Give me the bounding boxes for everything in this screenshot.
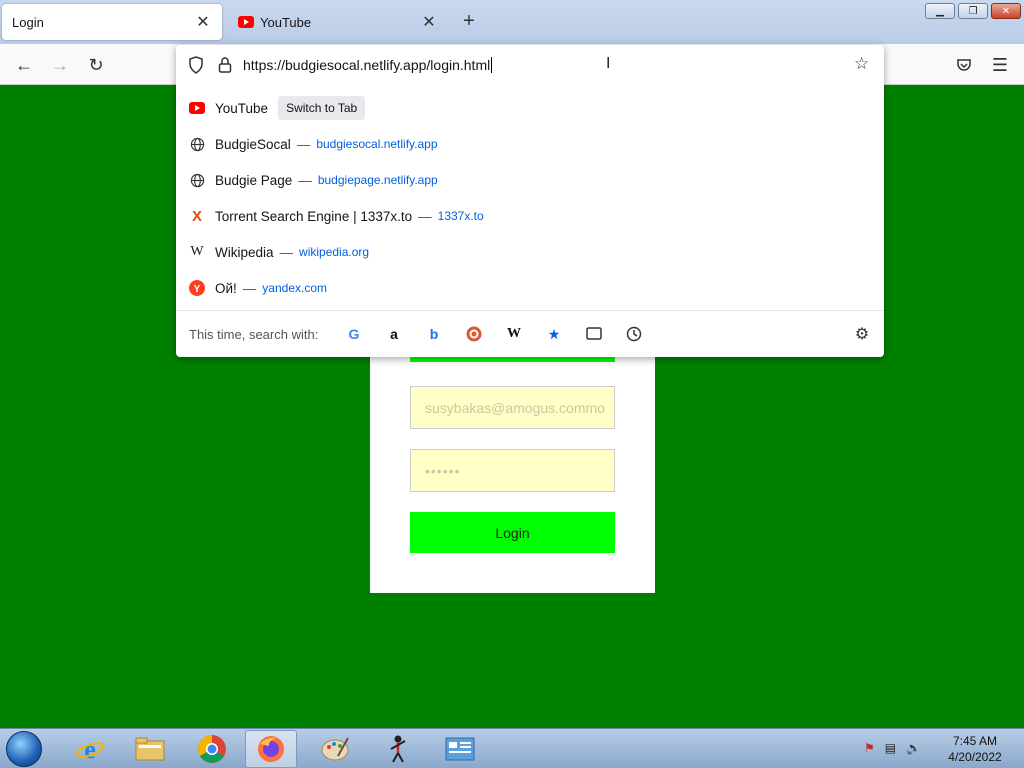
start-button[interactable] xyxy=(6,731,42,767)
search-with-label: This time, search with: xyxy=(189,327,319,342)
stick-figure-app-icon[interactable] xyxy=(372,730,424,768)
suggestion-item[interactable]: YouTube Switch to Tab xyxy=(176,90,884,126)
history-clock-icon[interactable] xyxy=(625,325,643,343)
suggestion-item[interactable]: BudgieSocal — budgiesocal.netlify.app xyxy=(176,126,884,162)
svg-text:Y: Y xyxy=(194,284,201,295)
control-panel-icon[interactable] xyxy=(434,730,486,768)
suggestion-url: wikipedia.org xyxy=(299,245,370,259)
close-tab-icon[interactable]: ✕ xyxy=(194,13,212,31)
amazon-icon[interactable]: a xyxy=(385,325,403,343)
tabs-icon[interactable] xyxy=(585,325,603,343)
back-button[interactable]: ← xyxy=(12,53,36,77)
bookmark-star-icon[interactable]: ☆ xyxy=(854,54,869,74)
tab-strip: Login ✕ YouTube ✕ + ▁ ❐ ✕ xyxy=(0,0,1024,44)
youtube-icon xyxy=(238,14,254,30)
suggestion-title: Torrent Search Engine | 1337x.to xyxy=(215,208,413,224)
minimize-button[interactable]: ▁ xyxy=(925,3,955,19)
email-field[interactable]: susybakas@amogus.commo xyxy=(410,386,615,429)
suggestion-url: budgiesocal.netlify.app xyxy=(316,137,438,151)
suggestion-url: budgiepage.netlify.app xyxy=(317,173,438,187)
tab-label: Login xyxy=(12,14,44,30)
globe-icon xyxy=(189,172,205,188)
suggestion-item[interactable]: Y Ой! — yandex.com xyxy=(176,270,884,306)
bing-icon[interactable]: b xyxy=(425,325,443,343)
duckduckgo-icon[interactable] xyxy=(465,325,483,343)
suggestion-title: Wikipedia xyxy=(215,244,274,260)
url-value: https://budgiesocal.netlify.app/login.ht… xyxy=(243,57,491,73)
login-button[interactable]: Login xyxy=(410,512,615,553)
suggestion-url: 1337x.to xyxy=(437,209,484,223)
menu-icon[interactable]: ☰ xyxy=(988,53,1012,77)
url-input[interactable]: https://budgiesocal.netlify.app/login.ht… xyxy=(243,57,493,73)
password-field[interactable]: •••••• xyxy=(410,449,615,492)
action-center-flag-icon[interactable]: ⚑ xyxy=(864,741,875,755)
switch-to-tab-button[interactable]: Switch to Tab xyxy=(278,96,366,120)
lock-icon[interactable] xyxy=(218,56,232,77)
suggestion-url: yandex.com xyxy=(262,281,327,295)
pocket-icon[interactable] xyxy=(952,53,976,77)
1337x-icon: X xyxy=(191,207,202,225)
clock[interactable]: 7:45 AM 4/20/2022 xyxy=(935,733,1015,765)
bookmarks-star-icon[interactable]: ★ xyxy=(545,325,563,343)
svg-text:e: e xyxy=(84,735,96,764)
suggestion-dash: — xyxy=(242,280,257,296)
tab-label: YouTube xyxy=(260,14,312,30)
suggestion-title: Ой! xyxy=(215,280,237,296)
search-engine-row: This time, search with: G a b W ★ ⚙ xyxy=(176,310,884,357)
ibeam-cursor-icon: I xyxy=(606,55,611,72)
taskbar: e ⚑ ▤ 🔈 7:45 AM 4/20/2022 xyxy=(0,728,1024,768)
yandex-icon: Y xyxy=(189,280,205,296)
suggestion-dash: — xyxy=(279,244,294,260)
wikipedia-icon[interactable]: W xyxy=(505,325,523,343)
maximize-button[interactable]: ❐ xyxy=(958,3,988,19)
login-card: susybakas@amogus.commo •••••• Login xyxy=(370,340,655,593)
suggestion-dash: — xyxy=(418,208,432,224)
internet-explorer-icon[interactable]: e xyxy=(64,730,116,768)
network-icon[interactable]: ▤ xyxy=(885,741,896,755)
suggestion-title: Budgie Page xyxy=(215,172,293,188)
volume-icon[interactable]: 🔈 xyxy=(906,741,921,755)
clock-date: 4/20/2022 xyxy=(948,750,1002,764)
reload-button[interactable]: ↻ xyxy=(84,53,108,77)
gear-icon[interactable]: ⚙ xyxy=(853,325,871,343)
url-dropdown: https://budgiesocal.netlify.app/login.ht… xyxy=(176,45,884,357)
close-tab-icon[interactable]: ✕ xyxy=(420,13,438,31)
suggestion-item[interactable]: W Wikipedia — wikipedia.org xyxy=(176,234,884,270)
system-tray: ⚑ ▤ 🔈 xyxy=(864,741,921,755)
tab-login[interactable]: Login ✕ xyxy=(2,4,222,40)
google-icon[interactable]: G xyxy=(345,325,363,343)
suggestion-item[interactable]: Budgie Page — budgiepage.netlify.app xyxy=(176,162,884,198)
window-close-button[interactable]: ✕ xyxy=(991,3,1021,19)
paint-icon[interactable] xyxy=(309,730,361,768)
youtube-icon xyxy=(189,100,205,116)
suggestion-item[interactable]: X Torrent Search Engine | 1337x.to — 133… xyxy=(176,198,884,234)
shield-icon[interactable] xyxy=(188,56,204,77)
chrome-icon[interactable] xyxy=(186,730,238,768)
forward-button[interactable]: → xyxy=(48,53,72,77)
tab-youtube[interactable]: YouTube ✕ xyxy=(228,4,448,40)
file-explorer-icon[interactable] xyxy=(124,730,176,768)
globe-icon xyxy=(189,136,205,152)
suggestion-dash: — xyxy=(296,136,311,152)
header-accent-bar xyxy=(410,357,615,362)
suggestion-dash: — xyxy=(298,172,312,188)
suggestion-title: YouTube xyxy=(215,100,269,116)
firefox-icon[interactable] xyxy=(245,730,297,768)
wikipedia-icon: W xyxy=(190,244,204,259)
clock-time: 7:45 AM xyxy=(952,734,998,748)
suggestion-title: BudgieSocal xyxy=(215,136,291,152)
new-tab-button[interactable]: + xyxy=(458,11,480,33)
address-bar[interactable]: https://budgiesocal.netlify.app/login.ht… xyxy=(176,45,884,85)
text-cursor xyxy=(491,57,493,73)
